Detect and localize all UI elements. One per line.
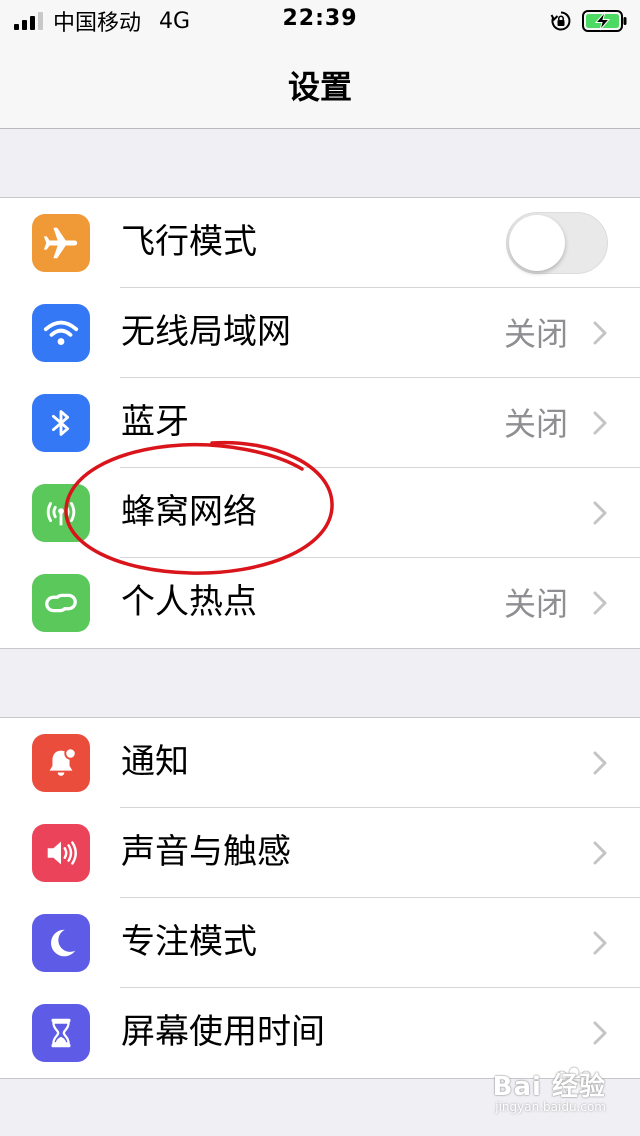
settings-row-label: 个人热点: [121, 582, 257, 622]
settings-row-notifications[interactable]: 通知: [0, 718, 640, 808]
watermark-url: jingyan.baidu.com: [495, 1100, 606, 1114]
connectivity-settings-group: 飞行模式 无线局域网 关闭 蓝牙 关闭 蜂窝网络 个人热点 关闭: [0, 197, 640, 649]
watermark-text: Bai 经验: [492, 1072, 606, 1102]
hourglass-icon: [32, 1004, 90, 1062]
settings-row-airplane-mode[interactable]: 飞行模式: [0, 198, 640, 288]
settings-row-label: 通知: [121, 742, 189, 782]
settings-row-sounds-haptics[interactable]: 声音与触感: [0, 808, 640, 898]
chevron-right-icon: [593, 591, 607, 615]
sound-icon: [32, 824, 90, 882]
notification-icon: [32, 734, 90, 792]
settings-row-label: 飞行模式: [121, 222, 257, 262]
navigation-bar: 设置: [0, 42, 640, 129]
settings-row-label: 屏幕使用时间: [121, 1012, 325, 1052]
status-bar: 中国移动 4G 22:39: [0, 0, 640, 42]
airplane-mode-toggle[interactable]: [506, 212, 608, 274]
settings-row-wifi[interactable]: 无线局域网 关闭: [0, 288, 640, 378]
chevron-right-icon: [593, 1021, 607, 1045]
cellular-icon: [32, 484, 90, 542]
settings-row-label: 无线局域网: [121, 312, 291, 352]
page-title: 设置: [287, 68, 352, 106]
chevron-right-icon: [593, 751, 607, 775]
moon-icon: [32, 914, 90, 972]
status-time: 22:39: [282, 6, 358, 31]
settings-row-cellular[interactable]: 蜂窝网络: [0, 468, 640, 558]
settings-row-label: 蜂窝网络: [121, 492, 257, 532]
settings-row-label: 声音与触感: [121, 832, 291, 872]
general-settings-group: 通知 声音与触感 专注模式 屏幕使用时间: [0, 717, 640, 1079]
settings-row-bluetooth[interactable]: 蓝牙 关闭: [0, 378, 640, 468]
chevron-right-icon: [593, 411, 607, 435]
airplane-icon: [32, 214, 90, 272]
settings-row-label: 蓝牙: [121, 402, 189, 442]
wifi-status: 关闭: [503, 315, 568, 353]
chevron-right-icon: [593, 931, 607, 955]
bluetooth-status: 关闭: [503, 405, 568, 443]
hotspot-icon: [32, 574, 90, 632]
settings-row-label: 专注模式: [121, 922, 257, 962]
bluetooth-icon: [32, 394, 90, 452]
orientation-lock-icon: [550, 11, 571, 31]
wifi-icon: [32, 304, 90, 362]
hotspot-status: 关闭: [503, 585, 568, 623]
battery-charging-icon: [582, 10, 627, 32]
chevron-right-icon: [593, 321, 607, 345]
settings-row-personal-hotspot[interactable]: 个人热点 关闭: [0, 558, 640, 648]
chevron-right-icon: [593, 501, 607, 525]
settings-row-focus[interactable]: 专注模式: [0, 898, 640, 988]
chevron-right-icon: [593, 841, 607, 865]
